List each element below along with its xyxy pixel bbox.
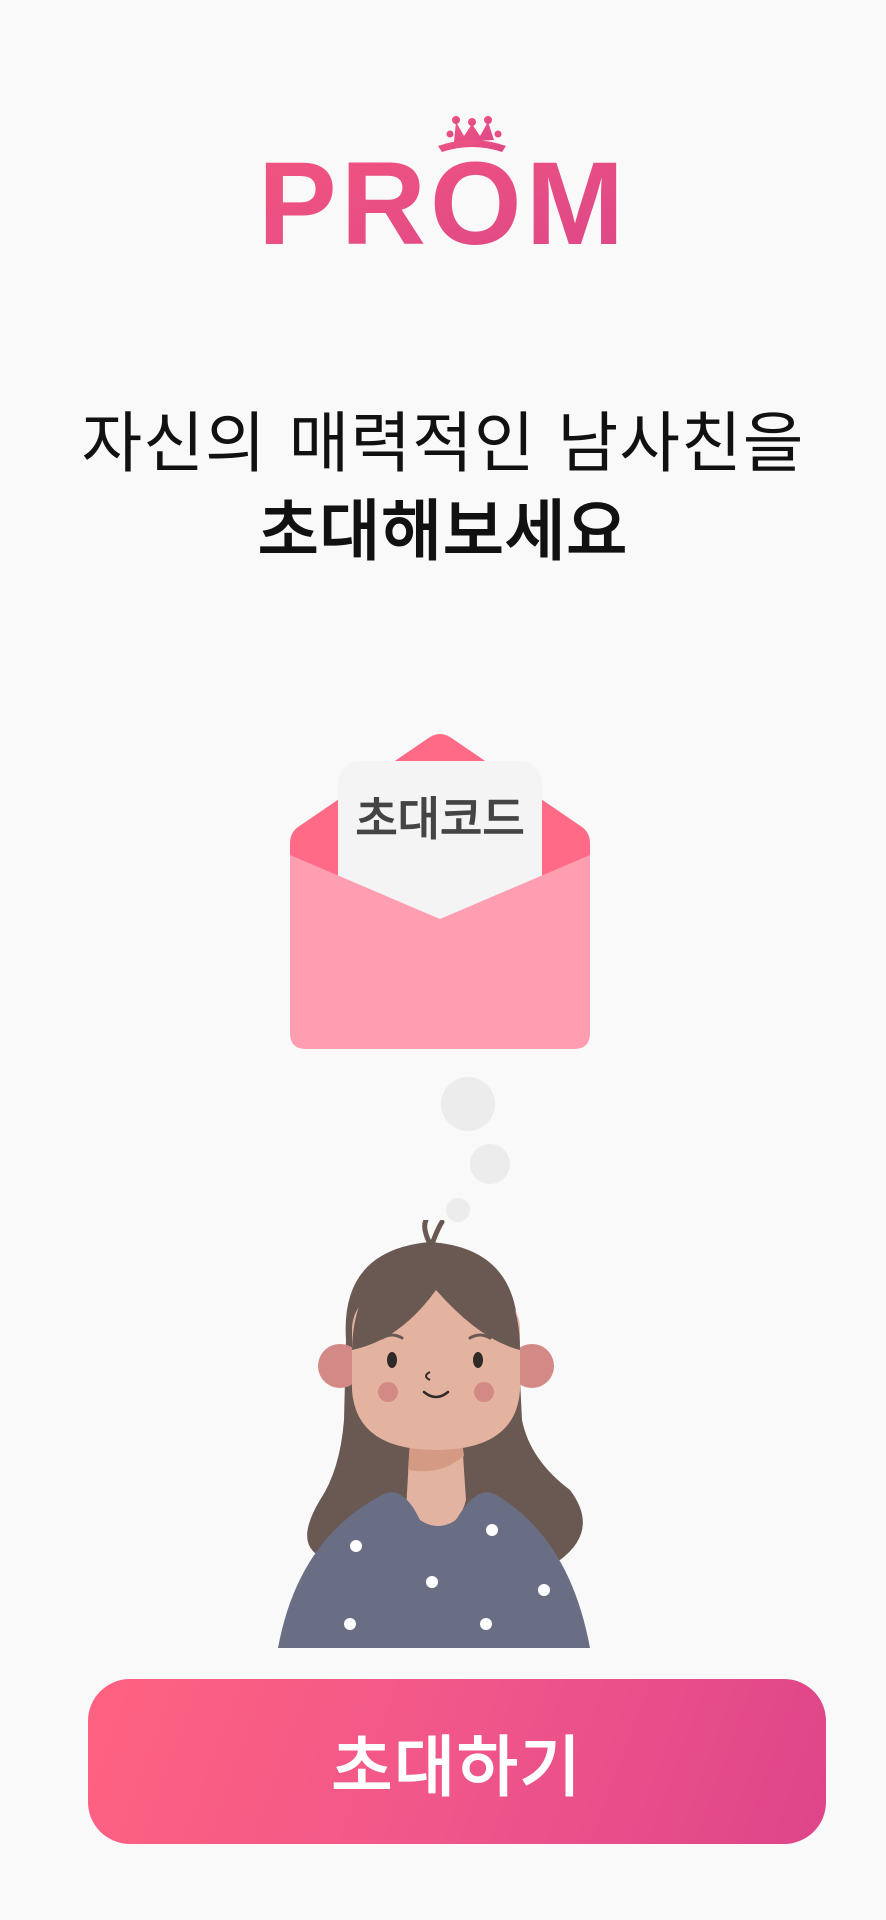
logo-text: PROM <box>258 138 628 252</box>
invite-button[interactable]: 초대하기 <box>88 1679 826 1844</box>
envelope-icon: 초대코드 <box>290 734 590 1049</box>
girl-thinking-illustration <box>278 1220 590 1648</box>
headline-line-1: 자신의 매력적인 남사친을 <box>81 405 805 482</box>
headline-line-2: 초대해보세요 <box>257 493 629 570</box>
invite-screen: PROM 자신의 매력적인 남사친을 초대해보세요 초대코드 초대하기 <box>0 0 886 1920</box>
prom-logo: PROM <box>258 116 628 252</box>
thought-bubble-icon <box>441 1077 510 1222</box>
invite-code-card-text: 초대코드 <box>355 792 524 846</box>
